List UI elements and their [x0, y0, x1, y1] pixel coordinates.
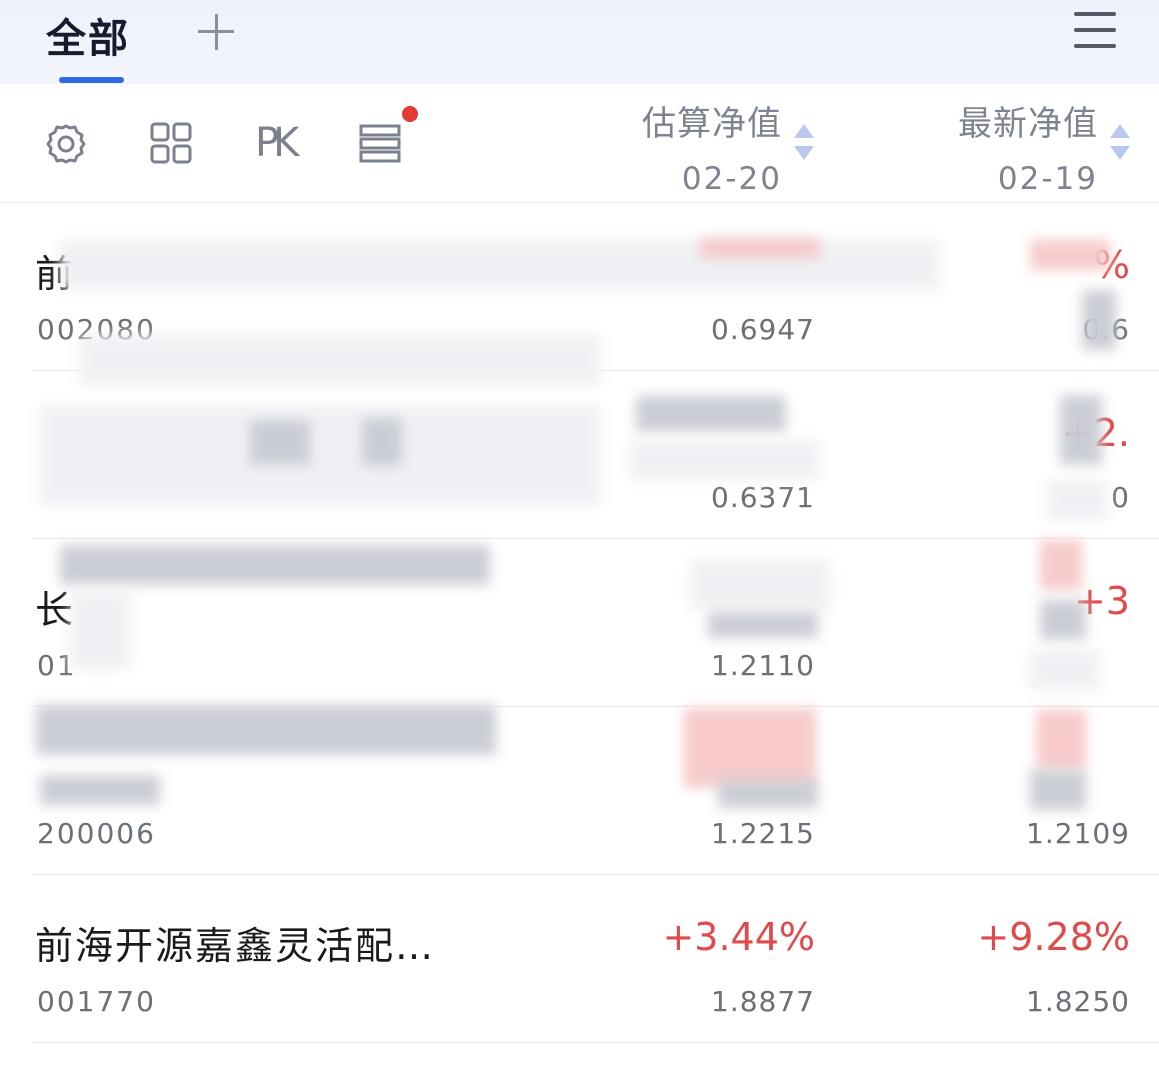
- plus-icon[interactable]: [196, 12, 236, 52]
- sort-arrows-icon[interactable]: [794, 124, 814, 164]
- privacy-mask: [1040, 540, 1082, 590]
- latest-nav-column-header[interactable]: 最新净值 02-19: [876, 96, 1098, 197]
- latest-nav-date: 02-19: [997, 161, 1098, 197]
- top-tab-bar: 全部: [0, 0, 1159, 84]
- pk-button[interactable]: PK: [255, 120, 299, 166]
- privacy-mask: [60, 545, 490, 585]
- divider: [33, 1042, 1159, 1043]
- latest-change: +3: [1073, 579, 1130, 623]
- privacy-mask: [690, 560, 830, 610]
- fund-row[interactable]: 前海开源嘉鑫灵活配… 001770 +3.44% 1.8877 +9.28% 1…: [0, 875, 1159, 1043]
- list-icon[interactable]: [358, 120, 406, 168]
- privacy-mask: [1030, 240, 1110, 270]
- privacy-mask: [1060, 395, 1102, 465]
- fund-name: 长: [35, 588, 76, 632]
- fund-code: 200006: [37, 817, 156, 850]
- privacy-mask: [718, 780, 818, 808]
- privacy-mask: [1036, 710, 1086, 770]
- privacy-mask: [1030, 650, 1100, 690]
- privacy-mask: [40, 405, 600, 505]
- privacy-mask: [630, 440, 820, 480]
- active-tab-indicator: [59, 77, 124, 83]
- latest-change: +9.28%: [977, 915, 1130, 959]
- fund-name: 前海开源嘉鑫灵活配…: [35, 924, 436, 968]
- estimated-nav: 1.8877: [711, 985, 815, 1018]
- latest-nav: 1.8250: [1026, 985, 1130, 1018]
- estimated-nav-date: 02-20: [681, 161, 782, 197]
- estimated-nav: 1.2215: [711, 817, 815, 850]
- privacy-mask: [1048, 480, 1108, 520]
- privacy-mask: [250, 420, 310, 465]
- privacy-mask: [684, 708, 816, 788]
- hamburger-menu-icon[interactable]: [1074, 12, 1116, 48]
- gear-icon[interactable]: [42, 120, 90, 168]
- privacy-mask: [1030, 770, 1086, 810]
- latest-nav: 1.2109: [1026, 817, 1130, 850]
- privacy-mask: [1082, 290, 1116, 350]
- privacy-mask: [40, 775, 160, 805]
- latest-nav-title: 最新净值: [958, 104, 1098, 144]
- privacy-mask: [700, 238, 820, 258]
- estimated-nav: 1.2110: [711, 649, 815, 682]
- notification-badge: [402, 106, 418, 122]
- tab-all[interactable]: 全部: [46, 6, 130, 64]
- privacy-mask: [636, 396, 786, 432]
- sort-arrows-icon[interactable]: [1110, 124, 1130, 164]
- privacy-mask: [708, 612, 818, 638]
- privacy-mask: [36, 705, 496, 755]
- estimated-change: +3.44%: [662, 915, 815, 959]
- fund-code: 001770: [37, 985, 156, 1018]
- privacy-mask: [1040, 600, 1086, 640]
- grid-icon[interactable]: [148, 120, 196, 168]
- list-header: PK 估算净值 02-20 最新净值 02-19: [0, 84, 1159, 203]
- privacy-mask: [362, 418, 402, 466]
- estimated-nav-column-header[interactable]: 估算净值 02-20: [560, 96, 782, 197]
- privacy-mask: [70, 590, 130, 670]
- estimated-nav-title: 估算净值: [642, 104, 782, 144]
- privacy-mask: [80, 335, 600, 385]
